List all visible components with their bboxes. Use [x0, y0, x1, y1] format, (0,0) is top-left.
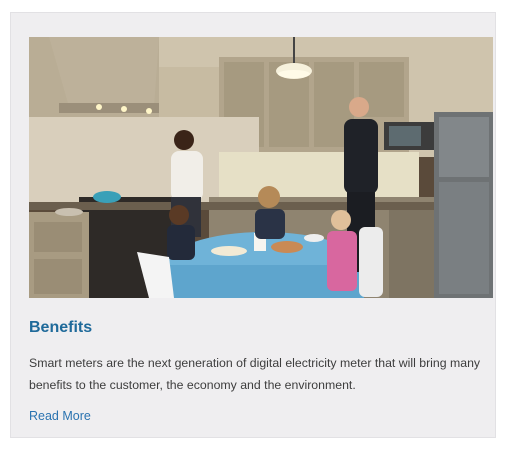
card-title: Benefits: [29, 319, 93, 336]
read-more-link[interactable]: Read More: [29, 409, 91, 423]
benefits-card: Benefits Smart meters are the next gener…: [10, 12, 496, 438]
family-kitchen-photo: [29, 37, 493, 298]
card-description: Smart meters are the next generation of …: [29, 356, 481, 392]
